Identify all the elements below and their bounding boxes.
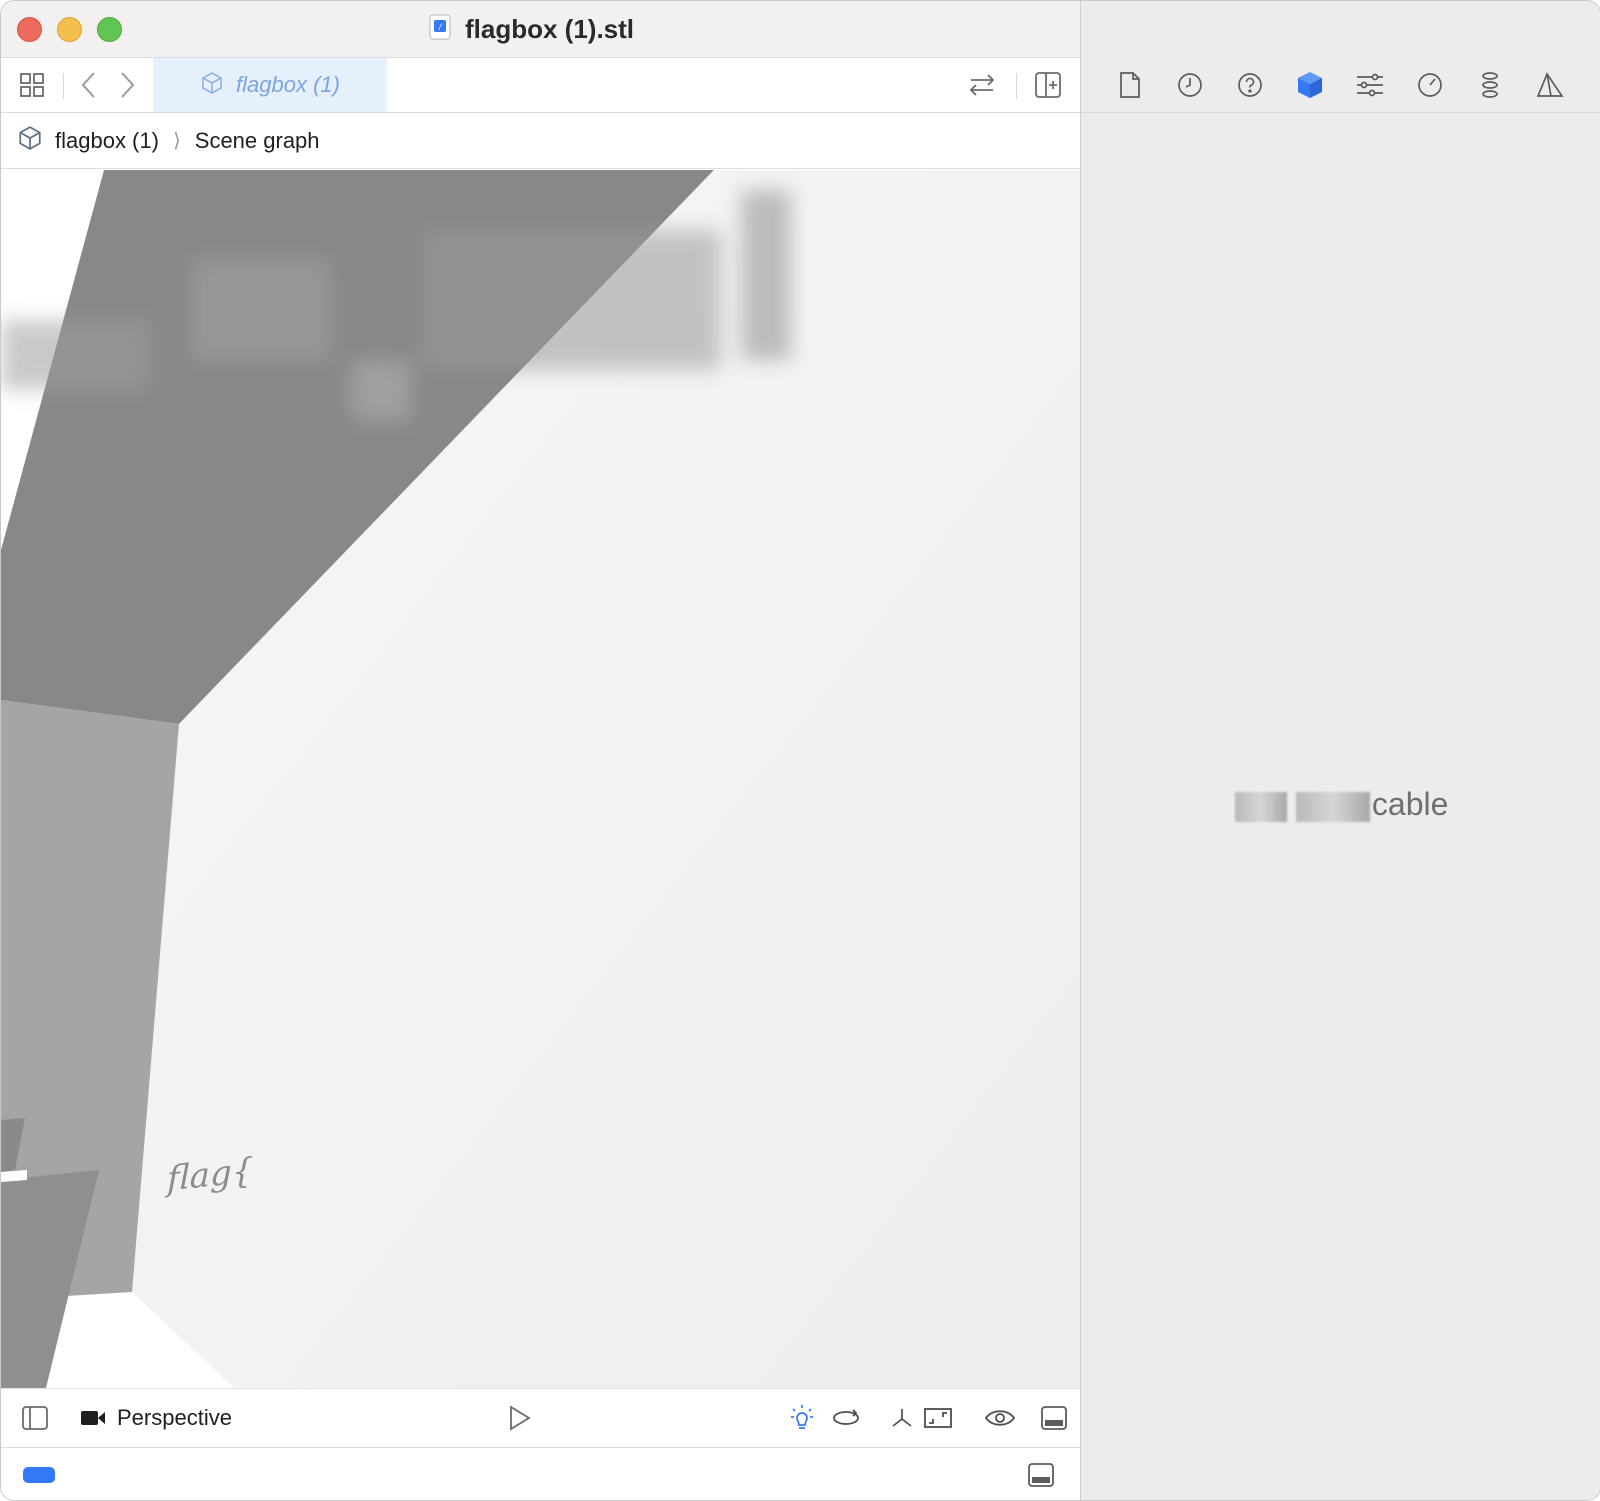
chevron-right-icon: ⟩ bbox=[172, 130, 181, 152]
axes-icon[interactable] bbox=[886, 1402, 918, 1434]
attributes-icon[interactable] bbox=[1353, 68, 1387, 102]
close-window-button[interactable] bbox=[17, 17, 42, 42]
editor-toolbar: flagbox (1) bbox=[1, 58, 1081, 113]
minimize-window-button[interactable] bbox=[57, 17, 82, 42]
inspector-message-text: cable bbox=[1371, 786, 1449, 822]
breadcrumb: flagbox (1) ⟩ Scene graph bbox=[1, 113, 1081, 169]
camera-icon[interactable] bbox=[77, 1402, 109, 1434]
file-inspector-icon[interactable] bbox=[1113, 68, 1147, 102]
camera-label[interactable]: Perspective bbox=[117, 1405, 232, 1431]
frame-icon[interactable] bbox=[922, 1402, 954, 1434]
maximize-window-button[interactable] bbox=[97, 17, 122, 42]
inspector-empty-message: cable bbox=[1235, 786, 1448, 823]
light-icon[interactable] bbox=[786, 1402, 818, 1434]
help-icon[interactable] bbox=[1233, 68, 1267, 102]
history-icon[interactable] bbox=[1173, 68, 1207, 102]
status-badge[interactable] bbox=[23, 1467, 55, 1483]
redacted-text bbox=[1295, 791, 1370, 822]
window-title: flagbox (1).stl bbox=[465, 14, 635, 44]
box-edge-highlight bbox=[1, 1170, 27, 1182]
orbit-icon[interactable] bbox=[830, 1402, 862, 1434]
status-bar bbox=[1, 1447, 1081, 1500]
physics-icon[interactable] bbox=[1473, 68, 1507, 102]
inspector-tab-bar bbox=[1081, 58, 1600, 113]
debug-area-toggle-icon[interactable] bbox=[1025, 1459, 1057, 1491]
scene-viewport[interactable]: flag{ bbox=[1, 170, 1081, 1388]
toolbar-divider bbox=[63, 73, 64, 99]
material-icon[interactable] bbox=[1533, 68, 1567, 102]
timer-icon[interactable] bbox=[1413, 68, 1447, 102]
add-editor-icon[interactable] bbox=[1032, 69, 1064, 101]
toolbar-divider bbox=[1016, 73, 1017, 99]
title-bar: / flagbox (1).stl bbox=[1, 1, 1081, 58]
breadcrumb-file[interactable]: flagbox (1) bbox=[55, 128, 159, 154]
sidebar-toggle-icon[interactable] bbox=[19, 1402, 51, 1434]
scene-control-bar: Perspective bbox=[1, 1388, 1081, 1447]
panel-toggle-icon[interactable] bbox=[1038, 1402, 1070, 1434]
eye-icon[interactable] bbox=[984, 1402, 1016, 1434]
tab-label: flagbox (1) bbox=[236, 72, 340, 97]
swap-icon[interactable] bbox=[966, 69, 998, 101]
play-icon[interactable] bbox=[503, 1402, 535, 1434]
grid-icon[interactable] bbox=[16, 69, 48, 101]
forward-icon[interactable] bbox=[111, 69, 143, 101]
tab-flagbox[interactable]: flagbox (1) bbox=[153, 58, 387, 112]
redacted-text bbox=[1235, 791, 1287, 822]
app-window: / flagbox (1).stl flagbox (1) flagbox (1… bbox=[0, 0, 1600, 1501]
blurred-engraving bbox=[1, 190, 791, 420]
document-icon: / bbox=[429, 14, 451, 45]
cube-outline-icon bbox=[200, 71, 224, 100]
node-inspector-icon[interactable] bbox=[1293, 68, 1327, 102]
breadcrumb-section[interactable]: Scene graph bbox=[195, 128, 320, 154]
window-title-group: / flagbox (1).stl bbox=[429, 14, 634, 45]
cube-outline-icon bbox=[17, 125, 43, 156]
inspector-panel: cable bbox=[1080, 1, 1600, 1500]
back-icon[interactable] bbox=[73, 69, 105, 101]
